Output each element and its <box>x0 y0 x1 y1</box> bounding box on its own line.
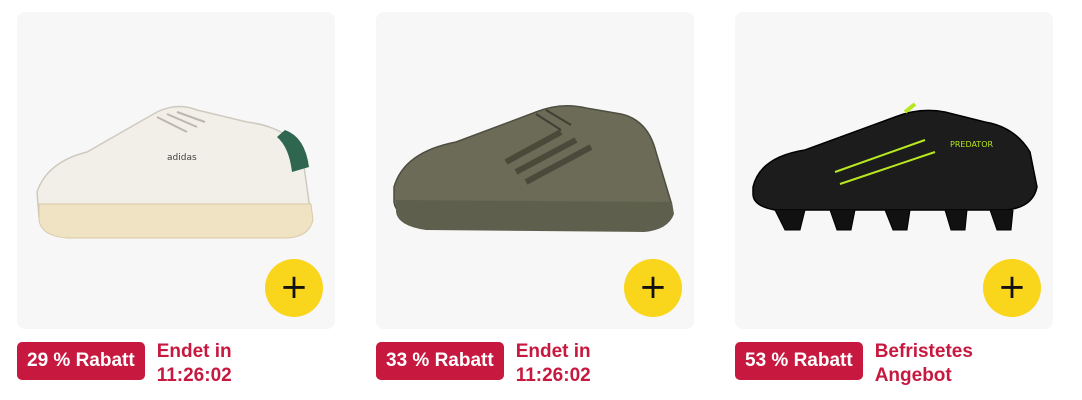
discount-badge: 29 % Rabatt <box>17 342 145 380</box>
deal-countdown: Angebot <box>874 365 952 386</box>
add-to-cart-button[interactable]: + <box>265 259 323 317</box>
deal-countdown: 11:26:02 <box>515 365 591 386</box>
product-image-tile[interactable]: + <box>376 12 694 329</box>
deal-label: Befristetes <box>874 341 973 362</box>
black-football-boot-image: PREDATOR <box>752 102 1038 231</box>
product-image-tile[interactable]: PREDATOR + <box>735 12 1053 329</box>
olive-running-shoe-image <box>393 105 674 232</box>
deal-timer: Endet in 11:26:02 <box>157 340 292 388</box>
add-to-cart-button[interactable]: + <box>983 259 1041 317</box>
discount-badge: 33 % Rabatt <box>376 342 504 380</box>
plus-icon: + <box>997 266 1027 307</box>
deal-timer: Endet in 11:26:02 <box>516 340 651 388</box>
white-sneaker-image: adidas <box>36 105 314 239</box>
deal-label: Endet in <box>515 341 591 362</box>
product-card[interactable]: + 33 % Rabatt Endet in 11:26:02 <box>376 12 694 386</box>
svg-text:adidas: adidas <box>167 153 197 163</box>
deal-timer: Befristetes Angebot <box>875 340 1010 388</box>
product-carousel-row: adidas + 29 % Rabatt Endet in 11:26:02 + <box>0 0 1082 400</box>
discount-badge: 53 % Rabatt <box>735 342 863 380</box>
deal-info: 33 % Rabatt Endet in 11:26:02 <box>376 340 651 388</box>
plus-icon: + <box>638 266 668 307</box>
product-image-tile[interactable]: adidas + <box>17 12 335 329</box>
deal-label: Endet in <box>156 341 232 362</box>
plus-icon: + <box>279 266 309 307</box>
product-card[interactable]: PREDATOR + 53 % Rabatt Befristetes Angeb… <box>735 12 1053 386</box>
add-to-cart-button[interactable]: + <box>624 259 682 317</box>
deal-info: 53 % Rabatt Befristetes Angebot <box>735 340 1010 388</box>
deal-countdown: 11:26:02 <box>156 365 232 386</box>
svg-text:PREDATOR: PREDATOR <box>950 140 993 149</box>
product-card[interactable]: adidas + 29 % Rabatt Endet in 11:26:02 <box>17 12 335 386</box>
deal-info: 29 % Rabatt Endet in 11:26:02 <box>17 340 292 388</box>
